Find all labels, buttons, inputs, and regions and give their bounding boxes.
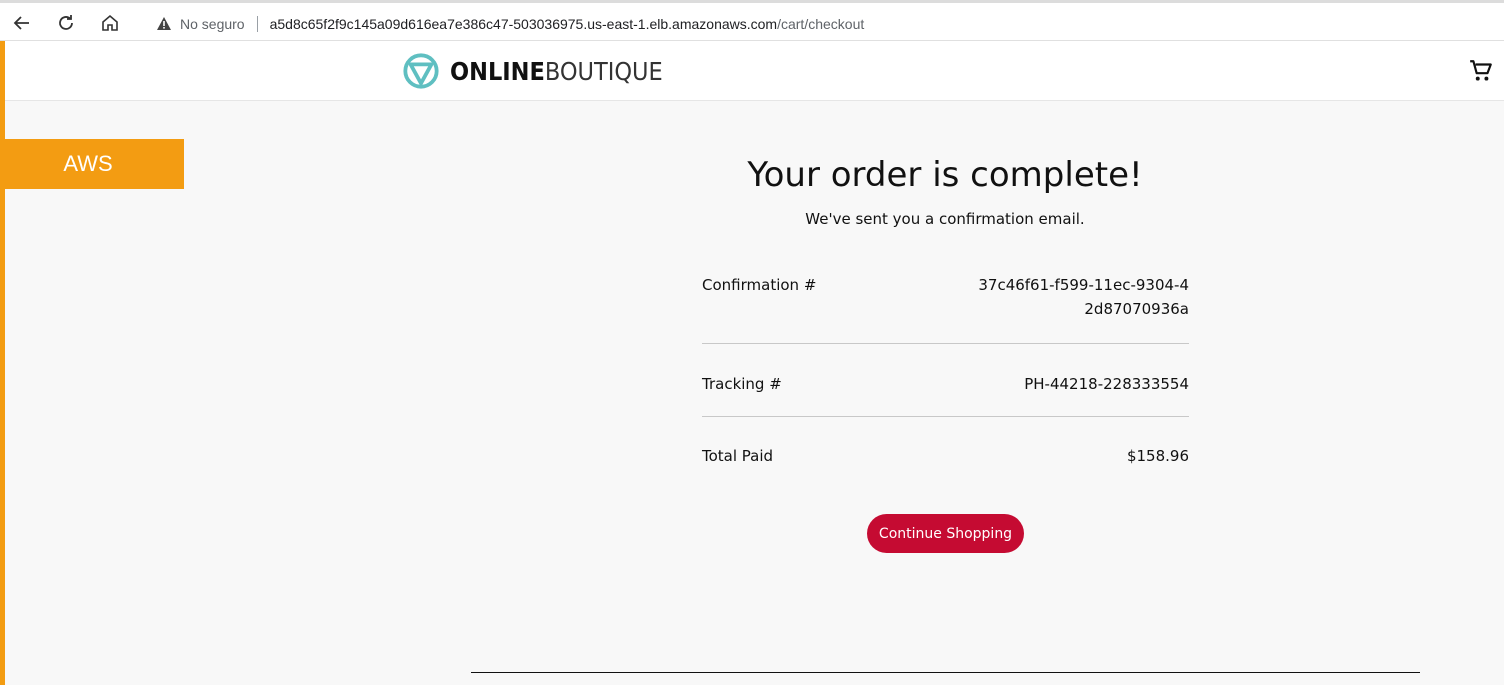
back-button[interactable] [10,11,34,35]
logo-text-bold: ONLINE [450,56,545,86]
home-button[interactable] [98,11,122,35]
site-header: ONLINEBOUTIQUE [5,41,1504,101]
reload-button[interactable] [54,11,78,35]
address-separator [256,15,258,32]
url-host: a5d8c65f2f9c145a09d616ea7e386c47-5030369… [269,15,778,32]
site-logo[interactable]: ONLINEBOUTIQUE [402,51,663,91]
aws-badge: AWS [0,139,184,189]
continue-shopping-button[interactable]: Continue Shopping [867,514,1024,553]
confirmation-value: 37c46f61-f599-11ec-9304-42d87070936a [978,276,1189,318]
confirmation-row: Confirmation # 37c46f61-f599-11ec-9304-4… [702,262,1189,344]
order-summary: Confirmation # 37c46f61-f599-11ec-9304-4… [702,262,1189,487]
confirmation-label: Confirmation # [702,276,817,294]
cart-icon[interactable] [1468,58,1494,84]
total-paid-label: Total Paid [702,447,774,465]
back-arrow-icon [13,16,29,30]
warning-icon [157,16,171,30]
footer-divider [471,672,1420,673]
address-bar[interactable]: No seguro a5d8c65f2f9c145a09d616ea7e386c… [138,8,1502,39]
logo-text-light: BOUTIQUE [544,56,663,86]
reload-icon [59,15,73,30]
tracking-value: PH-44218-228333554 [1024,375,1189,393]
total-paid-row: Total Paid $158.96 [702,417,1189,487]
url-path: /cart/checkout [777,15,865,32]
insecure-label: No seguro [180,15,245,32]
page-title: Your order is complete! [747,155,1143,195]
page-subtitle: We've sent you a confirmation email. [805,210,1085,228]
browser-toolbar: No seguro a5d8c65f2f9c145a09d616ea7e386c… [0,0,1504,41]
tracking-label: Tracking # [702,375,782,393]
total-paid-value: $158.96 [1126,447,1189,465]
home-icon [102,14,118,31]
tracking-row: Tracking # PH-44218-228333554 [702,344,1189,417]
logo-icon [403,53,439,89]
left-accent-stripe [0,41,5,685]
